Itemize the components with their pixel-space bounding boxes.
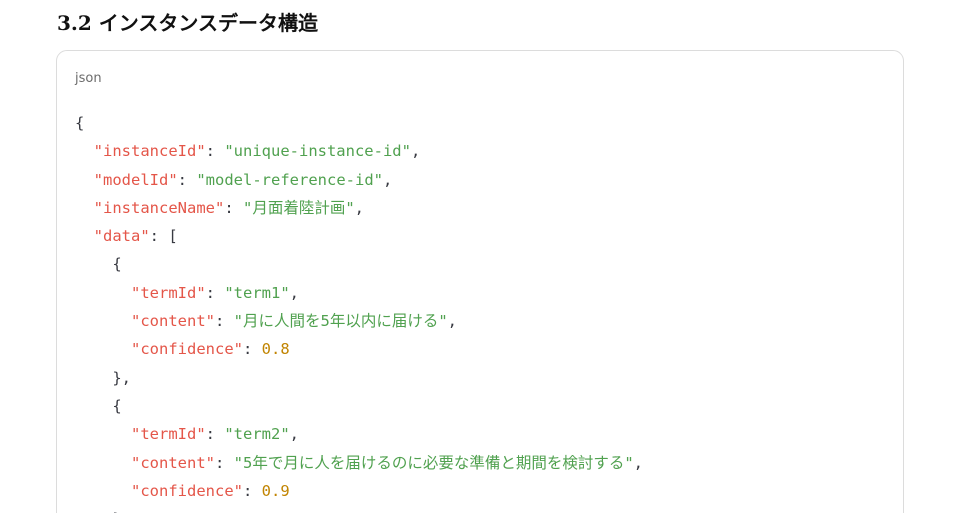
code-punctuation: , xyxy=(289,425,299,444)
code-punctuation xyxy=(75,171,94,189)
code-line: "termId": "term2", xyxy=(75,420,643,448)
code-punctuation xyxy=(75,340,131,358)
code-punctuation: { xyxy=(75,255,122,274)
code-language-label: json xyxy=(75,71,102,86)
code-key: "confidence" xyxy=(131,481,243,500)
code-line: "termId": "term1", xyxy=(75,279,643,307)
code-punctuation: : xyxy=(205,142,225,161)
code-key: "termId" xyxy=(131,283,206,302)
code-punctuation xyxy=(75,454,131,472)
code-punctuation xyxy=(75,425,131,443)
code-punctuation: : xyxy=(224,198,243,217)
code-punctuation: , xyxy=(289,283,299,302)
code-punctuation: : [ xyxy=(149,227,178,246)
code-key: "termId" xyxy=(131,425,206,444)
code-punctuation xyxy=(75,312,131,330)
code-line: }, xyxy=(75,364,643,392)
code-string: "月に人間を5年以内に届ける" xyxy=(233,312,448,331)
code-line: { xyxy=(75,109,643,137)
code-line: "instanceName": "月面着陸計画", xyxy=(75,194,643,222)
code-string: "月面着陸計画" xyxy=(243,198,355,217)
code-punctuation xyxy=(75,227,94,245)
code-punctuation: { xyxy=(75,114,85,132)
code-line: "instanceId": "unique-instance-id", xyxy=(75,137,643,165)
code-block: json { "instanceId": "unique-instance-id… xyxy=(56,50,904,513)
code-string: "model-reference-id" xyxy=(196,170,383,189)
code-punctuation: : xyxy=(205,425,225,444)
code-key: "instanceId" xyxy=(93,142,206,161)
code-punctuation xyxy=(75,199,94,217)
code-string: "5年で月に人を届けるのに必要な準備と期間を検討する" xyxy=(233,453,634,472)
code-punctuation xyxy=(75,482,131,500)
code-line: "data": [ xyxy=(75,222,643,250)
code-string: "term1" xyxy=(224,283,290,302)
code-punctuation: }, xyxy=(75,368,131,387)
code-punctuation: : xyxy=(205,283,225,302)
code-number: 0.8 xyxy=(261,340,290,359)
code-key: "content" xyxy=(131,453,215,472)
code-key: "content" xyxy=(131,312,215,331)
code-line: { xyxy=(75,392,643,420)
code-punctuation xyxy=(75,284,131,302)
code-punctuation: : xyxy=(242,481,262,500)
code-line: "content": "月に人間を5年以内に届ける", xyxy=(75,307,643,335)
code-key: "data" xyxy=(93,227,150,246)
code-body[interactable]: { "instanceId": "unique-instance-id", "m… xyxy=(75,109,643,513)
code-punctuation: , xyxy=(354,198,365,217)
code-punctuation xyxy=(75,142,94,160)
code-punctuation: , xyxy=(410,142,421,161)
code-key: "modelId" xyxy=(93,170,178,189)
code-punctuation: : xyxy=(177,170,197,189)
code-line: { xyxy=(75,250,643,278)
code-punctuation: , xyxy=(382,170,393,189)
code-punctuation: { xyxy=(75,396,122,415)
code-number: 0.9 xyxy=(261,481,290,500)
code-string: "unique-instance-id" xyxy=(224,142,411,161)
section-heading: 3.2 インスタンスデータ構造 xyxy=(57,11,318,35)
code-line: "confidence": 0.9 xyxy=(75,477,643,505)
code-line: "modelId": "model-reference-id", xyxy=(75,166,643,194)
code-punctuation: , xyxy=(633,453,644,472)
code-key: "confidence" xyxy=(131,340,243,359)
code-punctuation: , xyxy=(447,312,458,331)
code-string: "term2" xyxy=(224,425,290,444)
code-punctuation: : xyxy=(242,340,262,359)
code-key: "instanceName" xyxy=(93,198,225,217)
code-line: "confidence": 0.8 xyxy=(75,335,643,363)
code-line: "content": "5年で月に人を届けるのに必要な準備と期間を検討する", xyxy=(75,449,643,477)
code-punctuation: : xyxy=(215,453,234,472)
code-line: } xyxy=(75,505,643,513)
code-punctuation: : xyxy=(215,312,234,331)
